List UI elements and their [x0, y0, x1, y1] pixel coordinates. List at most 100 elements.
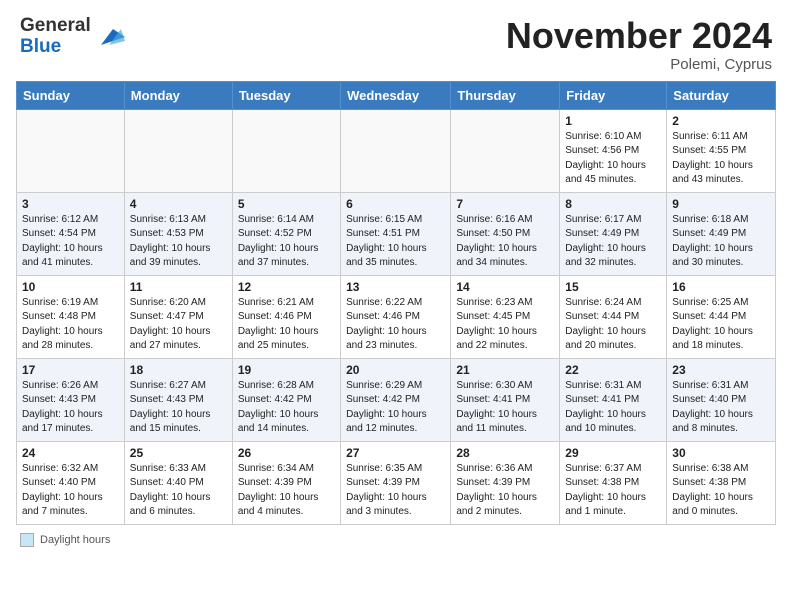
- day-number: 8: [565, 197, 661, 211]
- calendar-cell: 12 Sunrise: 6:21 AM Sunset: 4:46 PM Dayli…: [232, 275, 340, 358]
- day-number: 24: [22, 446, 119, 460]
- day-number: 25: [130, 446, 227, 460]
- calendar-table: SundayMondayTuesdayWednesdayThursdayFrid…: [16, 81, 776, 525]
- day-info: Sunrise: 6:29 AM Sunset: 4:42 PM Dayligh…: [346, 379, 445, 437]
- col-header-monday: Monday: [124, 81, 232, 109]
- calendar-week-2: 3 Sunrise: 6:12 AM Sunset: 4:54 PM Daylig…: [17, 192, 776, 275]
- day-number: 9: [672, 197, 770, 211]
- day-info: Sunrise: 6:35 AM Sunset: 4:39 PM Dayligh…: [346, 462, 445, 520]
- calendar-cell: 7 Sunrise: 6:16 AM Sunset: 4:50 PM Daylig…: [451, 192, 560, 275]
- day-info: Sunrise: 6:28 AM Sunset: 4:42 PM Dayligh…: [238, 379, 335, 437]
- day-number: 2: [672, 114, 770, 128]
- calendar-cell: 18 Sunrise: 6:27 AM Sunset: 4:43 PM Dayli…: [124, 358, 232, 441]
- day-number: 15: [565, 280, 661, 294]
- day-info: Sunrise: 6:25 AM Sunset: 4:44 PM Dayligh…: [672, 296, 770, 354]
- title-area: November 2024 Polemi, Cyprus: [506, 16, 772, 73]
- day-info: Sunrise: 6:31 AM Sunset: 4:40 PM Dayligh…: [672, 379, 770, 437]
- col-header-saturday: Saturday: [667, 81, 776, 109]
- day-info: Sunrise: 6:27 AM Sunset: 4:43 PM Dayligh…: [130, 379, 227, 437]
- day-number: 10: [22, 280, 119, 294]
- location: Polemi, Cyprus: [506, 56, 772, 73]
- col-header-sunday: Sunday: [17, 81, 125, 109]
- logo-icon: [93, 21, 125, 53]
- calendar-cell: 4Sunrise: 6:13 AM Sunset: 4:53 PM Daylig…: [124, 192, 232, 275]
- day-number: 3: [22, 197, 119, 211]
- logo-general: General: [20, 15, 91, 36]
- day-info: Sunrise: 6:20 AM Sunset: 4:47 PM Dayligh…: [130, 296, 227, 354]
- calendar-week-3: 10Sunrise: 6:19 AM Sunset: 4:48 PM Dayli…: [17, 275, 776, 358]
- logo-blue: Blue: [20, 36, 61, 57]
- calendar-cell: 19 Sunrise: 6:28 AM Sunset: 4:42 PM Dayli…: [232, 358, 340, 441]
- day-info: Sunrise: 6:31 AM Sunset: 4:41 PM Dayligh…: [565, 379, 661, 437]
- logo: General Blue: [20, 16, 125, 58]
- day-number: 18: [130, 363, 227, 377]
- calendar-header: SundayMondayTuesdayWednesdayThursdayFrid…: [17, 81, 776, 109]
- calendar-cell: 14 Sunrise: 6:23 AM Sunset: 4:45 PM Dayli…: [451, 275, 560, 358]
- day-number: 21: [456, 363, 554, 377]
- header-row: SundayMondayTuesdayWednesdayThursdayFrid…: [17, 81, 776, 109]
- day-info: Sunrise: 6:11 AM Sunset: 4:55 PM Dayligh…: [672, 130, 770, 188]
- day-info: Sunrise: 6:30 AM Sunset: 4:41 PM Dayligh…: [456, 379, 554, 437]
- legend-color-box: [20, 533, 34, 547]
- day-info: Sunrise: 6:12 AM Sunset: 4:54 PM Dayligh…: [22, 213, 119, 271]
- calendar-body: 1Sunrise: 6:10 AM Sunset: 4:56 PM Daylig…: [17, 109, 776, 524]
- calendar-cell: 13 Sunrise: 6:22 AM Sunset: 4:46 PM Dayli…: [341, 275, 451, 358]
- calendar-cell: 21 Sunrise: 6:30 AM Sunset: 4:41 PM Dayli…: [451, 358, 560, 441]
- day-number: 26: [238, 446, 335, 460]
- day-info: Sunrise: 6:15 AM Sunset: 4:51 PM Dayligh…: [346, 213, 445, 271]
- day-number: 6: [346, 197, 445, 211]
- calendar-cell: 22 Sunrise: 6:31 AM Sunset: 4:41 PM Dayli…: [560, 358, 667, 441]
- day-number: 30: [672, 446, 770, 460]
- day-info: Sunrise: 6:16 AM Sunset: 4:50 PM Dayligh…: [456, 213, 554, 271]
- day-info: Sunrise: 6:23 AM Sunset: 4:45 PM Dayligh…: [456, 296, 554, 354]
- calendar-cell: 8 Sunrise: 6:17 AM Sunset: 4:49 PM Daylig…: [560, 192, 667, 275]
- calendar-cell: 27 Sunrise: 6:35 AM Sunset: 4:39 PM Dayli…: [341, 441, 451, 524]
- day-number: 11: [130, 280, 227, 294]
- day-info: Sunrise: 6:36 AM Sunset: 4:39 PM Dayligh…: [456, 462, 554, 520]
- calendar-cell: [451, 109, 560, 192]
- calendar-cell: 16Sunrise: 6:25 AM Sunset: 4:44 PM Dayli…: [667, 275, 776, 358]
- calendar-cell: 24 Sunrise: 6:32 AM Sunset: 4:40 PM Dayli…: [17, 441, 125, 524]
- day-number: 19: [238, 363, 335, 377]
- day-info: Sunrise: 6:32 AM Sunset: 4:40 PM Dayligh…: [22, 462, 119, 520]
- day-info: Sunrise: 6:13 AM Sunset: 4:53 PM Dayligh…: [130, 213, 227, 271]
- calendar-cell: 26 Sunrise: 6:34 AM Sunset: 4:39 PM Dayli…: [232, 441, 340, 524]
- calendar-week-5: 24 Sunrise: 6:32 AM Sunset: 4:40 PM Dayli…: [17, 441, 776, 524]
- day-info: Sunrise: 6:26 AM Sunset: 4:43 PM Dayligh…: [22, 379, 119, 437]
- day-number: 29: [565, 446, 661, 460]
- day-number: 13: [346, 280, 445, 294]
- col-header-thursday: Thursday: [451, 81, 560, 109]
- calendar-cell: 1Sunrise: 6:10 AM Sunset: 4:56 PM Daylig…: [560, 109, 667, 192]
- day-number: 23: [672, 363, 770, 377]
- col-header-tuesday: Tuesday: [232, 81, 340, 109]
- day-number: 14: [456, 280, 554, 294]
- calendar-cell: 20 Sunrise: 6:29 AM Sunset: 4:42 PM Dayli…: [341, 358, 451, 441]
- header: General Blue November 2024 Polemi, Cypru…: [0, 0, 792, 81]
- day-info: Sunrise: 6:22 AM Sunset: 4:46 PM Dayligh…: [346, 296, 445, 354]
- day-number: 20: [346, 363, 445, 377]
- day-info: Sunrise: 6:18 AM Sunset: 4:49 PM Dayligh…: [672, 213, 770, 271]
- day-info: Sunrise: 6:33 AM Sunset: 4:40 PM Dayligh…: [130, 462, 227, 520]
- calendar-cell: 9 Sunrise: 6:18 AM Sunset: 4:49 PM Daylig…: [667, 192, 776, 275]
- day-number: 7: [456, 197, 554, 211]
- day-number: 12: [238, 280, 335, 294]
- calendar-cell: [124, 109, 232, 192]
- calendar-cell: 29Sunrise: 6:37 AM Sunset: 4:38 PM Dayli…: [560, 441, 667, 524]
- footer: Daylight hours: [0, 525, 792, 555]
- calendar-cell: 2 Sunrise: 6:11 AM Sunset: 4:55 PM Daylig…: [667, 109, 776, 192]
- day-info: Sunrise: 6:17 AM Sunset: 4:49 PM Dayligh…: [565, 213, 661, 271]
- day-number: 28: [456, 446, 554, 460]
- day-number: 22: [565, 363, 661, 377]
- calendar-cell: [232, 109, 340, 192]
- calendar-cell: [341, 109, 451, 192]
- col-header-friday: Friday: [560, 81, 667, 109]
- day-info: Sunrise: 6:34 AM Sunset: 4:39 PM Dayligh…: [238, 462, 335, 520]
- calendar-cell: 28 Sunrise: 6:36 AM Sunset: 4:39 PM Dayli…: [451, 441, 560, 524]
- month-title: November 2024: [506, 16, 772, 56]
- day-info: Sunrise: 6:14 AM Sunset: 4:52 PM Dayligh…: [238, 213, 335, 271]
- calendar-cell: 5Sunrise: 6:14 AM Sunset: 4:52 PM Daylig…: [232, 192, 340, 275]
- day-info: Sunrise: 6:21 AM Sunset: 4:46 PM Dayligh…: [238, 296, 335, 354]
- day-number: 27: [346, 446, 445, 460]
- calendar-cell: 15Sunrise: 6:24 AM Sunset: 4:44 PM Dayli…: [560, 275, 667, 358]
- day-info: Sunrise: 6:38 AM Sunset: 4:38 PM Dayligh…: [672, 462, 770, 520]
